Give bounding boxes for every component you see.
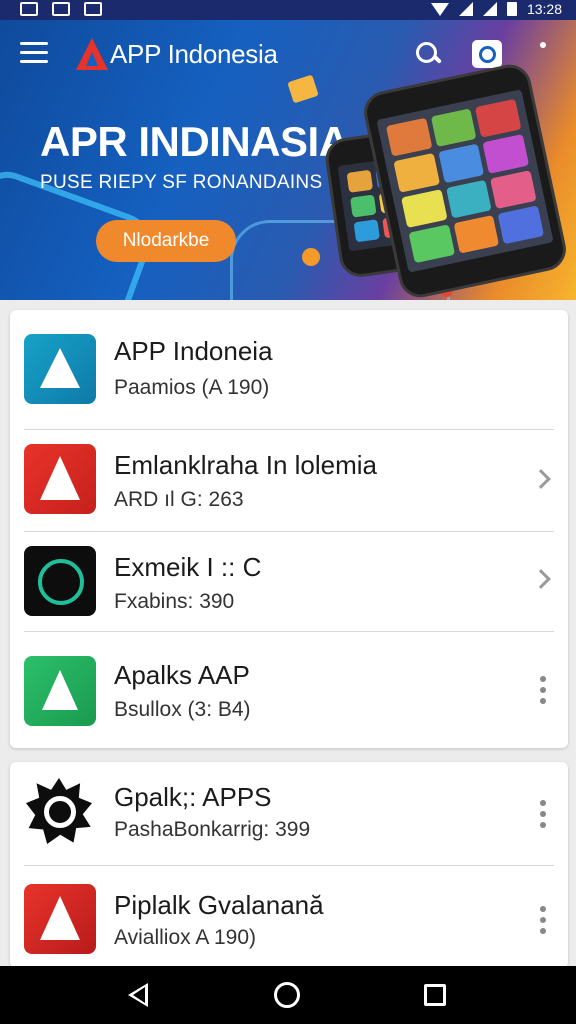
app-e-icon bbox=[24, 776, 96, 846]
sd-card-icon bbox=[52, 2, 70, 16]
wifi-icon bbox=[430, 2, 449, 16]
chevron-right-icon[interactable] bbox=[531, 469, 551, 489]
back-icon[interactable] bbox=[128, 983, 148, 1007]
battery-icon bbox=[506, 2, 517, 16]
app-d-icon bbox=[24, 656, 96, 726]
app-list-card: Gpalk;: APPS PashaBonkarrig: 399 Piplalk… bbox=[10, 762, 568, 968]
app-meta: Fxabins: 390 bbox=[114, 590, 235, 613]
system-nav-bar bbox=[0, 966, 576, 1024]
signal-icon bbox=[458, 2, 473, 16]
signal-icon-2 bbox=[482, 2, 497, 16]
menu-icon[interactable] bbox=[20, 42, 48, 64]
decorative-dot bbox=[302, 248, 320, 266]
app-name: APP Indoneia bbox=[114, 336, 273, 366]
hero-button[interactable]: Nlodarkbe bbox=[96, 220, 236, 262]
camera-icon[interactable] bbox=[472, 40, 502, 68]
notification-icons bbox=[20, 2, 102, 16]
app-name: Piplalk Gvalanană bbox=[114, 890, 324, 920]
app-meta: PashaBonkarrig: 399 bbox=[114, 818, 311, 841]
list-item[interactable]: Gpalk;: APPS PashaBonkarrig: 399 bbox=[10, 762, 568, 866]
status-bar: 13:28 bbox=[0, 0, 576, 20]
download-icon bbox=[84, 2, 102, 16]
list-item[interactable]: APP Indoneia Paamios (A 190) bbox=[10, 310, 568, 430]
list-item[interactable]: Emlanklraha In lolemia ARD ıl G: 263 bbox=[10, 430, 568, 532]
app-name: Exmeik I :: C bbox=[114, 552, 262, 582]
recents-icon[interactable] bbox=[424, 984, 446, 1006]
status-time: 13:28 bbox=[526, 1, 562, 17]
app-meta: Bsullox (3: B4) bbox=[114, 698, 251, 721]
search-icon[interactable] bbox=[414, 40, 442, 68]
brand: APP Indonesia bbox=[76, 36, 278, 72]
hero-subtitle: PUSE RIEPY SF RONANDAINS bbox=[40, 172, 323, 193]
app-list-card: APP Indoneia Paamios (A 190) Emlanklraha… bbox=[10, 310, 568, 748]
app-c-icon bbox=[24, 546, 96, 616]
hero-banner: APP Indonesia APR INDINASIA PUSE RIEPY S… bbox=[0, 20, 576, 300]
more-vert-icon[interactable] bbox=[540, 676, 548, 704]
app-meta: Avialliox A 190) bbox=[114, 926, 257, 949]
app-name: Apalks AAP bbox=[114, 660, 250, 690]
system-icons: 13:28 bbox=[430, 1, 562, 17]
home-icon[interactable] bbox=[274, 982, 300, 1008]
app-name: Gpalk;: APPS bbox=[114, 782, 272, 812]
hero-title: APR INDINASIA bbox=[40, 118, 349, 165]
chevron-right-icon[interactable] bbox=[531, 569, 551, 589]
app-f-icon bbox=[24, 884, 96, 954]
app-b-icon bbox=[24, 444, 96, 514]
app-meta: ARD ıl G: 263 bbox=[114, 488, 244, 511]
overflow-dot-icon[interactable] bbox=[540, 42, 546, 48]
list-item[interactable]: Apalks AAP Bsullox (3: B4) bbox=[10, 632, 568, 748]
app-meta: Paamios (A 190) bbox=[114, 376, 270, 399]
app-name: Emlanklraha In lolemia bbox=[114, 450, 378, 480]
app-a-icon bbox=[24, 334, 96, 404]
brand-logo-icon bbox=[76, 38, 108, 70]
list-item[interactable]: Piplalk Gvalanană Avialliox A 190) bbox=[10, 866, 568, 968]
brand-title: APP Indonesia bbox=[110, 38, 278, 69]
more-vert-icon[interactable] bbox=[540, 800, 548, 828]
more-vert-icon[interactable] bbox=[540, 906, 548, 934]
image-notification-icon bbox=[20, 2, 38, 16]
list-item[interactable]: Exmeik I :: C Fxabins: 390 bbox=[10, 532, 568, 632]
